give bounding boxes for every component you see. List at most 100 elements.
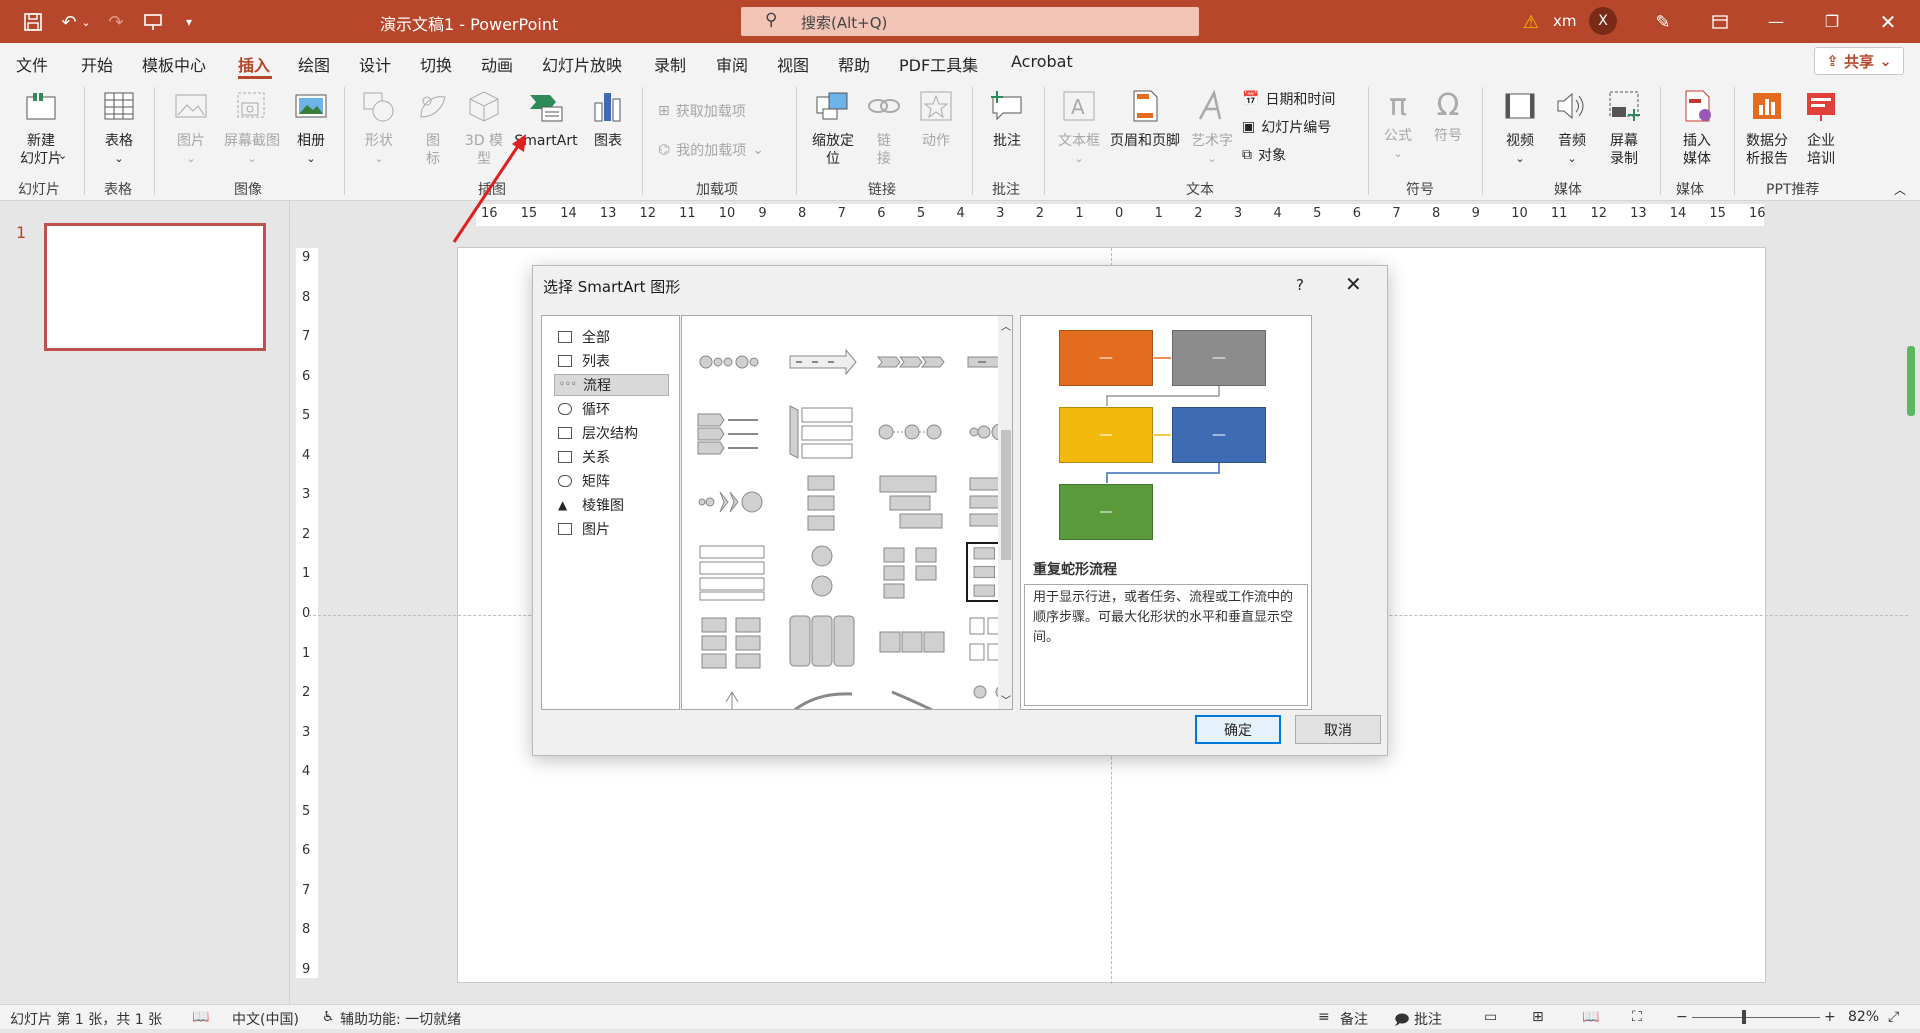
tab-help[interactable]: 帮助 [838,52,870,76]
ok-button[interactable]: 确定 [1195,715,1281,744]
save-icon[interactable] [20,9,46,35]
get-addins-button[interactable]: ⊞ 获取加载项 [658,101,746,121]
notes-button[interactable]: 备注 [1340,1009,1368,1029]
help-button[interactable]: ? [1296,276,1304,294]
picture-button[interactable]: 图片 ⌄ [166,89,216,168]
slideshow-icon[interactable]: ⛶ [1632,1009,1642,1025]
gallery-item[interactable] [786,472,858,532]
chart-button[interactable]: 图表 [586,89,630,150]
photo-album-button[interactable]: 相册 ⌄ [286,89,336,168]
slide-sorter-icon[interactable]: ⊞ [1532,1009,1544,1025]
zoom-button[interactable]: 缩放定 位 [806,89,860,168]
gallery-scrollbar[interactable]: ︿ ﹀ [998,316,1012,709]
tab-template-center[interactable]: 模板中心 [142,52,206,76]
zoom-in-icon[interactable]: + [1824,1009,1836,1025]
tab-transitions[interactable]: 切换 [420,52,452,76]
gallery-item[interactable] [786,612,858,672]
gallery-item[interactable] [696,612,768,672]
enterprise-training-button[interactable]: 企业 培训 [1796,89,1846,168]
gallery-item[interactable] [876,612,948,672]
horizontal-ruler[interactable]: 16 15 14 13 12 11 10 9 8 7 6 5 4 3 2 1 0 1 2 3 4 5 6 7 8 9 10 11 12 1… [476,204,1766,226]
symbol-button[interactable]: Ω 符号 [1426,89,1470,145]
gallery-item[interactable] [696,682,768,710]
screenshot-button[interactable]: 屏幕截图 ⌄ [218,89,286,168]
customize-toolbar-icon[interactable]: ▾ [176,9,202,35]
zoom-level[interactable]: 82% [1848,1009,1879,1025]
collapse-ribbon-icon[interactable]: ︿ [1894,181,1906,198]
data-report-button[interactable]: 数据分 析报告 [1740,89,1794,168]
category-list-item[interactable]: 列表 [554,350,669,372]
tab-home[interactable]: 开始 [81,52,113,76]
minimize-icon[interactable]: — [1748,0,1804,43]
gallery-item[interactable] [696,472,768,532]
category-pyramid[interactable]: ▲ 棱锥图 [554,494,669,516]
fit-to-window-icon[interactable]: ⤢ [1888,1009,1899,1025]
header-footer-button[interactable]: 页眉和页脚 [1106,89,1184,150]
tab-view[interactable]: 视图 [777,52,809,76]
category-cycle[interactable]: 循环 [554,398,669,420]
tab-review[interactable]: 审阅 [716,52,748,76]
wordart-button[interactable]: 艺术字 ⌄ [1186,89,1238,168]
gallery-item[interactable] [786,332,858,392]
gallery-item[interactable] [876,472,948,532]
canvas-scroll-thumb[interactable] [1907,346,1915,416]
category-relationship[interactable]: 关系 [554,446,669,468]
tab-pdf-tools[interactable]: PDF工具集 [899,52,978,76]
tab-record[interactable]: 录制 [654,52,686,76]
undo-dropdown-icon[interactable]: ⌄ [78,9,94,35]
avatar[interactable]: X [1589,7,1617,35]
close-icon[interactable]: ✕ [1860,0,1916,43]
cancel-button[interactable]: 取消 [1295,715,1381,744]
share-button[interactable]: ⇪ 共享 ⌄ [1814,47,1904,75]
accessibility-status[interactable]: 辅助功能: 一切就绪 [340,1009,461,1029]
link-button[interactable]: 链 接 [864,89,904,168]
table-button[interactable]: 表格 ⌄ [92,89,146,168]
gallery-item[interactable] [876,332,948,392]
redo-icon[interactable]: ↷ [103,9,129,35]
zoom-slider[interactable] [1692,1017,1820,1018]
gallery-item[interactable] [876,402,948,462]
category-picture[interactable]: 图片 [554,518,669,540]
equation-button[interactable]: π 公式 ⌄ [1376,89,1420,163]
dialog-close-icon[interactable]: ✕ [1345,272,1362,296]
gallery-item[interactable] [786,682,858,710]
gallery-item[interactable] [876,542,948,602]
tab-acrobat[interactable]: Acrobat [1011,52,1073,71]
audio-button[interactable]: 音频 ⌄ [1548,89,1596,168]
gallery-item[interactable] [786,542,858,602]
gallery-item[interactable] [696,332,768,392]
shapes-button[interactable]: 形状 ⌄ [356,89,402,168]
tab-design[interactable]: 设计 [359,52,391,76]
restore-icon[interactable]: ❐ [1804,0,1860,43]
category-all[interactable]: 全部 [554,326,669,348]
tab-slideshow[interactable]: 幻灯片放映 [542,52,622,76]
category-hierarchy[interactable]: 层次结构 [554,422,669,444]
scroll-down-icon[interactable]: ﹀ [1001,692,1011,707]
slide-number-button[interactable]: ▣ 幻灯片编号 [1242,117,1331,137]
designer-pen-icon[interactable]: ✎ [1650,9,1676,35]
object-button[interactable]: ⧉ 对象 [1242,145,1286,165]
user-name[interactable]: xm [1553,12,1577,30]
tab-draw[interactable]: 绘图 [298,52,330,76]
my-addins-button[interactable]: ⌬ 我的加载项 ⌄ [658,140,764,160]
ribbon-display-options-icon[interactable] [1692,0,1748,43]
textbox-button[interactable]: A 文本框 ⌄ [1054,89,1104,168]
gallery-item[interactable] [696,542,768,602]
category-matrix[interactable]: 矩阵 [554,470,669,492]
tab-insert[interactable]: 插入 [238,52,270,76]
insert-media-button[interactable]: 插入 媒体 [1670,89,1724,168]
comments-button[interactable]: 批注 [1414,1009,1442,1029]
scroll-up-icon[interactable]: ︿ [1001,318,1011,333]
screen-record-button[interactable]: 屏幕 录制 [1600,89,1648,168]
date-time-button[interactable]: 📅 日期和时间 [1242,89,1335,109]
vertical-ruler[interactable]: 9 8 7 6 5 4 3 2 1 0 1 2 3 4 5 6 7 8 9 [296,248,318,978]
category-process[interactable]: ◦◦◦ 流程 [554,374,669,396]
action-button[interactable]: 动作 [912,89,960,150]
scroll-thumb[interactable] [1001,430,1011,560]
spellcheck-icon[interactable]: 📖 [192,1009,209,1025]
reading-view-icon[interactable]: 📖 [1582,1009,1599,1025]
search-input[interactable]: ⚲ 搜索(Alt+Q) [741,7,1199,36]
video-button[interactable]: 视频 ⌄ [1496,89,1544,168]
tab-file[interactable]: 文件 [16,52,48,76]
gallery-item[interactable] [786,402,858,462]
